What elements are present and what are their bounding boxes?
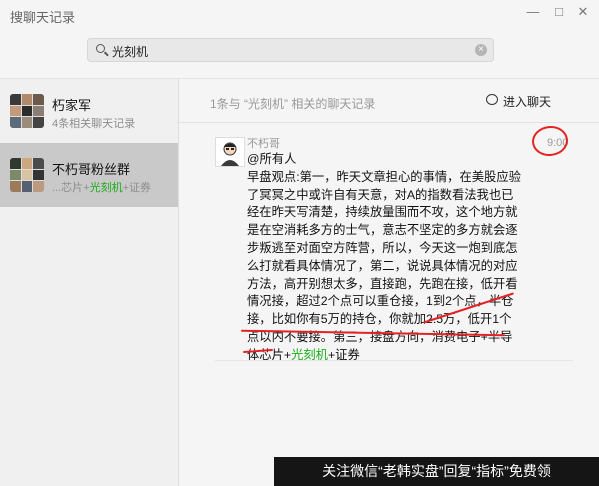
search-input[interactable]: 光刻机 × [87,38,494,62]
chat-list: 朽家军 4条相关聊天记录 不朽哥粉丝群 ...芯片+光刻机+证券 [0,79,178,486]
snippet-suffix: +证券 [122,182,152,194]
watermark-banner: 关注微信“老韩实盘”回复“指标”免费领 [274,457,599,486]
window-title: 搜聊天记录 [10,10,76,25]
chat-bubble-icon [486,94,498,105]
close-button[interactable]: ✕ [574,3,592,21]
chat-name: 朽家军 [52,98,92,113]
message-divider [215,360,573,361]
chat-record-count: 4条相关聊天记录 [52,118,136,130]
search-value[interactable]: 光刻机 [112,43,148,60]
sender-name: 不朽哥 [247,138,280,150]
clear-search-icon[interactable]: × [475,44,487,56]
chat-name: 不朽哥粉丝群 [52,162,131,177]
maximize-button[interactable]: □ [550,3,568,21]
message-mention: @所有人 [247,152,297,166]
time-annotation-circle [530,124,570,158]
sender-avatar[interactable] [215,137,245,167]
minimize-button[interactable]: — [524,3,542,21]
chat-item-buxiuge-fans[interactable]: 不朽哥粉丝群 ...芯片+光刻机+证券 [0,143,178,207]
chat-snippet: ...芯片+光刻机+证券 [52,179,151,195]
title-bar: 搜聊天记录 — □ ✕ [0,0,599,30]
enter-chat-label: 进入聊天 [503,95,552,109]
snippet-prefix: ...芯片+ [52,182,90,194]
enter-chat-button[interactable]: 进入聊天 [486,93,552,110]
group-avatar [10,94,44,128]
results-panel: 1条与 “光刻机” 相关的聊天记录 进入聊天 不朽哥 9:00 @所有人 早盘观… [179,79,599,486]
results-summary: 1条与 “光刻机” 相关的聊天记录 [210,97,376,111]
results-divider [179,122,599,123]
group-avatar [10,158,44,192]
snippet-keyword: 光刻机 [89,182,123,194]
search-icon [96,44,105,53]
chat-item-xiujiajun[interactable]: 朽家军 4条相关聊天记录 [0,79,178,143]
